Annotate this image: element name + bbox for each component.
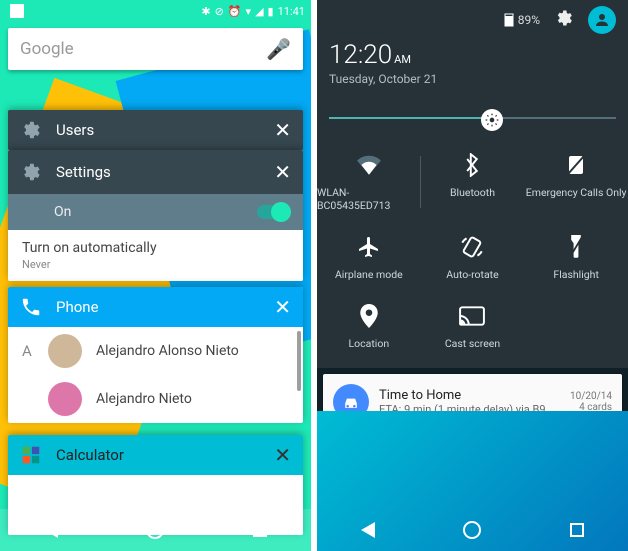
card-title: Settings — [56, 163, 111, 181]
screenshot-icon — [10, 4, 24, 18]
tile-cellular[interactable]: Emergency Calls Only — [524, 152, 628, 212]
slider-fill — [329, 117, 487, 119]
rotate-icon — [459, 234, 485, 260]
card-title: Phone — [56, 298, 99, 316]
settings-toggle-row[interactable]: On — [8, 194, 303, 230]
tile-wifi[interactable]: WLAN-BC05435ED713 — [317, 152, 421, 212]
bluetooth-icon — [464, 152, 480, 178]
card-title: Calculator — [56, 446, 124, 464]
ampm: AM — [394, 53, 411, 66]
no-sim-icon — [566, 152, 586, 178]
dnd-icon: ⊘ — [215, 5, 224, 18]
location-icon — [360, 303, 378, 329]
nav-bar — [317, 509, 628, 551]
close-icon[interactable]: ✕ — [274, 118, 291, 142]
airplane-icon — [357, 234, 381, 260]
clock-block[interactable]: 12:20AM Tuesday, October 21 — [329, 40, 616, 86]
tile-label: Airplane mode — [335, 268, 403, 281]
status-bar: ✱ ⊘ ⏰ ▾ ◢ ▮ 11:41 — [0, 0, 311, 22]
tile-label: Flashlight — [553, 268, 599, 281]
gear-icon — [20, 161, 42, 183]
alpha-index: A — [22, 342, 40, 360]
tile-label: Bluetooth — [450, 186, 495, 199]
search-placeholder: Google — [20, 39, 266, 59]
switch-on[interactable] — [257, 205, 289, 219]
recent-apps-stack: Users ✕ Settings ✕ On Turn on automatica… — [8, 80, 303, 506]
user-avatar[interactable] — [588, 6, 616, 34]
clock: 11:41 — [278, 5, 305, 18]
alarm-icon: ⏰ — [228, 5, 242, 18]
back-button[interactable] — [44, 522, 58, 538]
notif-date: 10/20/14 — [570, 391, 612, 402]
date: Tuesday, October 21 — [329, 72, 616, 86]
tile-flashlight[interactable]: Flashlight — [524, 234, 628, 281]
toggle-label: On — [54, 204, 71, 220]
auto-label: Turn on automatically — [22, 240, 289, 256]
avatar — [48, 334, 82, 368]
qs-tiles: WLAN-BC05435ED713 Bluetooth Emergency Ca… — [317, 142, 628, 368]
home-button[interactable] — [146, 521, 164, 539]
brightness-icon[interactable] — [481, 109, 503, 131]
tile-location[interactable]: Location — [317, 303, 421, 350]
card-title: Users — [56, 121, 94, 139]
tile-cast[interactable]: Cast screen — [421, 303, 525, 350]
phone-icon — [20, 296, 42, 318]
notif-meta: 10/20/14 4 cards — [570, 391, 612, 413]
recents-button[interactable] — [253, 523, 267, 537]
back-button[interactable] — [361, 522, 375, 538]
home-button[interactable] — [463, 521, 481, 539]
contact-name: Alejandro Nieto — [96, 391, 192, 407]
scrollbar[interactable] — [297, 331, 301, 391]
wifi-icon — [356, 152, 382, 178]
battery-icon — [504, 13, 514, 27]
settings-icon[interactable] — [554, 8, 574, 33]
contact-name: Alejandro Alonso Nieto — [96, 343, 239, 359]
gear-icon — [20, 119, 42, 141]
time: 12:20 — [329, 40, 392, 70]
auto-value: Never — [22, 258, 289, 271]
tile-label: Location — [349, 337, 390, 350]
tile-label: WLAN-BC05435ED713 — [317, 186, 421, 212]
flashlight-icon — [568, 234, 584, 260]
battery-icon: ▮ — [268, 5, 274, 18]
recent-card-users[interactable]: Users ✕ — [8, 110, 303, 150]
calculator-icon — [20, 444, 42, 466]
signal-icon: ◢ — [255, 5, 263, 18]
nav-bar — [0, 509, 311, 551]
quick-settings-screen: 89% 12:20AM Tuesday, October 21 WLAN-BC0… — [317, 0, 628, 551]
avatar — [48, 382, 82, 416]
qs-panel: 89% 12:20AM Tuesday, October 21 — [317, 0, 628, 142]
close-icon[interactable]: ✕ — [274, 160, 291, 184]
google-search-bar[interactable]: Google 🎤 — [8, 28, 303, 70]
tile-rotate[interactable]: Auto-rotate — [421, 234, 525, 281]
recent-card-settings[interactable]: Settings ✕ On Turn on automatically Neve… — [8, 150, 303, 281]
battery-status: 89% — [504, 13, 540, 27]
qs-header: 89% — [329, 6, 616, 34]
contact-row[interactable]: A Alejandro Alonso Nieto — [8, 327, 303, 375]
notif-title: Time to Home — [379, 388, 560, 403]
wifi-icon: ▾ — [246, 5, 252, 18]
tile-airplane[interactable]: Airplane mode — [317, 234, 421, 281]
mic-icon[interactable]: 🎤 — [266, 37, 291, 61]
close-icon[interactable]: ✕ — [274, 443, 291, 467]
brightness-slider[interactable] — [329, 108, 616, 128]
recents-screen: ✱ ⊘ ⏰ ▾ ◢ ▮ 11:41 Google 🎤 Users ✕ — [0, 0, 311, 551]
contact-row[interactable]: Alejandro Nieto — [8, 375, 303, 423]
battery-pct: 89% — [518, 13, 540, 27]
tile-label: Cast screen — [445, 337, 500, 350]
recents-button[interactable] — [570, 523, 584, 537]
tile-bluetooth[interactable]: Bluetooth — [421, 152, 525, 212]
settings-auto-row[interactable]: Turn on automatically Never — [8, 230, 303, 281]
tile-label: Auto-rotate — [446, 268, 498, 281]
recent-card-phone[interactable]: Phone ✕ A Alejandro Alonso Nieto Alejand… — [8, 287, 303, 423]
cast-icon — [459, 303, 485, 329]
bluetooth-icon: ✱ — [201, 5, 210, 18]
close-icon[interactable]: ✕ — [274, 295, 291, 319]
tile-label: Emergency Calls Only — [526, 186, 627, 199]
